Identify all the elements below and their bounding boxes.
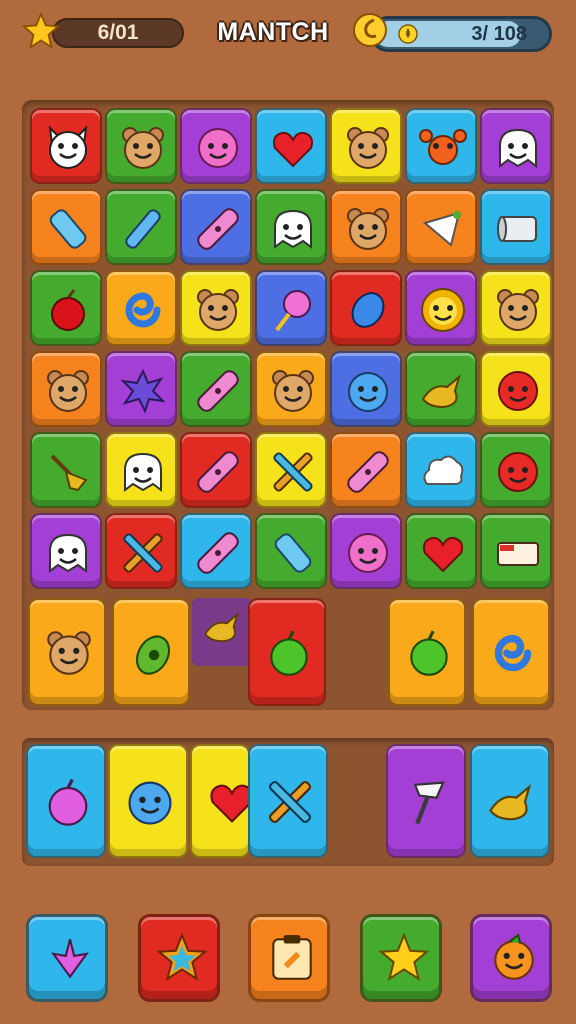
coin-icon[interactable] [350, 10, 390, 50]
board-tile[interactable] [480, 432, 552, 508]
booster-button[interactable] [470, 914, 552, 1002]
board-tile[interactable] [28, 598, 106, 706]
booster-button[interactable] [360, 914, 442, 1002]
board-tile[interactable] [180, 270, 252, 346]
board-tile[interactable] [405, 513, 477, 589]
board-tile[interactable] [405, 108, 477, 184]
game-board [22, 100, 554, 710]
board-tile[interactable] [255, 432, 327, 508]
tray-tile[interactable] [386, 744, 466, 858]
drop-icon [398, 22, 418, 44]
top-bar: 6/01 MANTCH 3/ 108 [0, 0, 576, 70]
board-tile[interactable] [30, 108, 102, 184]
board-tile[interactable] [255, 108, 327, 184]
tray-tile[interactable] [470, 744, 550, 858]
board-tile[interactable] [405, 189, 477, 265]
board-tile[interactable] [180, 432, 252, 508]
board-tile[interactable] [472, 598, 550, 706]
board-tile[interactable] [180, 108, 252, 184]
tray-tile[interactable] [190, 744, 254, 858]
board-tile[interactable] [112, 598, 190, 706]
board-tile[interactable] [405, 351, 477, 427]
board-tile[interactable] [480, 189, 552, 265]
booster-button[interactable] [138, 914, 220, 1002]
booster-button[interactable] [26, 914, 108, 1002]
board-tile[interactable] [330, 108, 402, 184]
board-tile[interactable] [248, 598, 326, 706]
match-tray [22, 738, 554, 866]
board-tile[interactable] [405, 270, 477, 346]
board-tile[interactable] [180, 351, 252, 427]
board-tile[interactable] [105, 270, 177, 346]
board-tile[interactable] [480, 270, 552, 346]
board-tile[interactable] [480, 108, 552, 184]
board-tile[interactable] [330, 351, 402, 427]
board-tile[interactable] [105, 432, 177, 508]
board-tile[interactable] [388, 598, 466, 706]
board-tile[interactable] [255, 189, 327, 265]
board-tile[interactable] [105, 189, 177, 265]
board-tile[interactable] [30, 189, 102, 265]
tray-tile[interactable] [26, 744, 106, 858]
board-tile[interactable] [330, 189, 402, 265]
tray-tile[interactable] [248, 744, 328, 858]
board-tile[interactable] [255, 351, 327, 427]
board-tile[interactable] [192, 598, 252, 666]
board-tile[interactable] [30, 513, 102, 589]
tile-grid [30, 108, 552, 589]
board-tile[interactable] [330, 270, 402, 346]
star-icon [21, 11, 61, 50]
board-tile[interactable] [480, 513, 552, 589]
board-tile[interactable] [255, 513, 327, 589]
board-tile[interactable] [480, 351, 552, 427]
tray-tile[interactable] [108, 744, 188, 858]
board-tile[interactable] [30, 270, 102, 346]
game-title: MANTCH [217, 18, 329, 46]
lower-tile-row [26, 598, 554, 708]
board-tile[interactable] [105, 108, 177, 184]
board-tile[interactable] [330, 432, 402, 508]
board-tile[interactable] [180, 189, 252, 265]
board-tile[interactable] [105, 513, 177, 589]
board-tile[interactable] [30, 351, 102, 427]
booster-button[interactable] [248, 914, 330, 1002]
board-tile[interactable] [105, 351, 177, 427]
score-counter: 6/01 [52, 18, 184, 48]
board-tile[interactable] [180, 513, 252, 589]
board-tile[interactable] [255, 270, 327, 346]
board-tile[interactable] [405, 432, 477, 508]
board-tile[interactable] [30, 432, 102, 508]
board-tile[interactable] [330, 513, 402, 589]
